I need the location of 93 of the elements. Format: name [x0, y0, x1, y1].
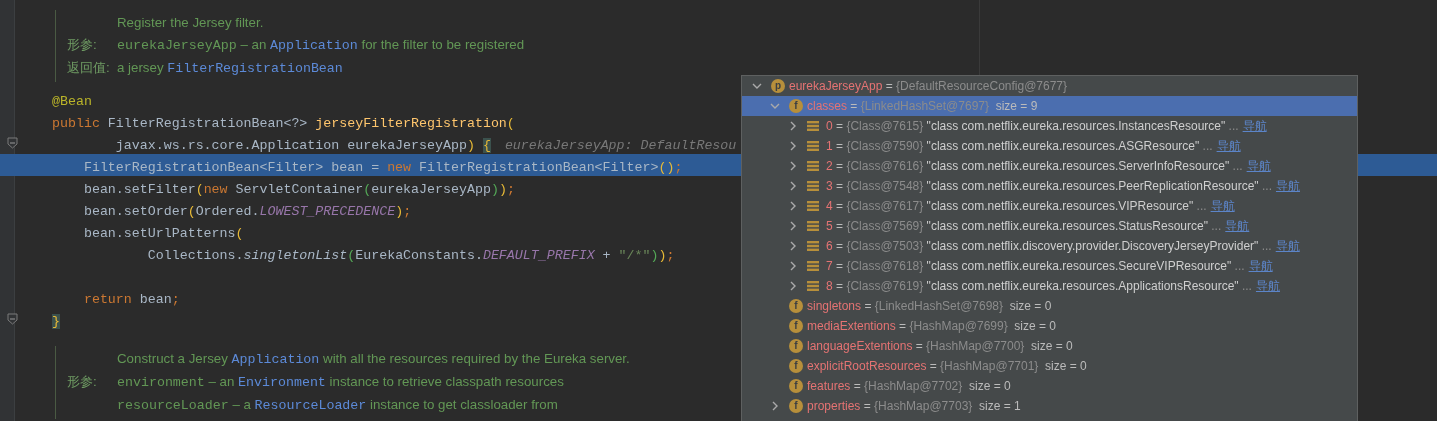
list-element-icon [807, 200, 819, 212]
variable-label: properties = {HashMap@7703} size = 1 [807, 398, 1021, 415]
doc-comment-text: a jersey FilterRegistrationBean [117, 59, 343, 78]
code-line: Collections.singletonList(EurekaConstants.DEFAULT_PREFIX + "/*")); [146, 247, 675, 265]
list-element-icon [807, 240, 819, 252]
code-line: javax.ws.rs.core.Application eurekaJerseyApp) { [114, 137, 491, 155]
navigate-link[interactable]: 导航 [1246, 157, 1271, 175]
field-icon: f [789, 339, 803, 353]
code-line: @Bean [52, 93, 92, 111]
list-element-icon [807, 160, 819, 172]
tree-row[interactable]: f properties = {HashMap@7703} size = 1 [742, 396, 1357, 416]
navigate-link[interactable]: 导航 [1216, 137, 1241, 155]
parameter-icon: p [771, 79, 785, 93]
tree-row[interactable]: 1 = {Class@7590} "class com.netflix.eureka.resources.ASGResource" ... 导航 [742, 136, 1357, 156]
variable-label: 1 = {Class@7590} "class com.netflix.eureka.resources.ASGResource" ... [826, 138, 1213, 155]
variable-label: mediaExtentions = {HashMap@7699} size = 0 [807, 318, 1056, 335]
doc-comment-text: eurekaJerseyApp – an Application for the filter to be registered [117, 36, 525, 55]
list-element-icon [807, 280, 819, 292]
field-icon: f [789, 399, 803, 413]
field-icon: f [789, 379, 803, 393]
tree-row[interactable]: p eurekaJerseyApp = {DefaultResourceConfig@7677} [742, 76, 1357, 96]
expand-icon[interactable] [788, 241, 798, 251]
navigate-link[interactable]: 导航 [1210, 197, 1235, 215]
code-line: bean.setOrder(Ordered.LOWEST_PRECEDENCE); [82, 203, 412, 221]
tree-row[interactable]: 7 = {Class@7618} "class com.netflix.eureka.resources.SecureVIPResource" ... 导航 [742, 256, 1357, 276]
doc-label: 返回值: [67, 59, 111, 77]
variable-label: explicitRootResources = {HashMap@7701} size = 0 [807, 358, 1087, 375]
variable-label: classes = {LinkedHashSet@7697} size = 9 [807, 98, 1038, 115]
variable-label: 3 = {Class@7548} "class com.netflix.eureka.resources.PeerReplicationResource" ... [826, 178, 1272, 195]
list-element-icon [807, 140, 819, 152]
list-element-icon [807, 180, 819, 192]
navigate-link[interactable]: 导航 [1242, 117, 1267, 135]
tree-row[interactable]: f features = {HashMap@7702} size = 0 [742, 376, 1357, 396]
expand-icon[interactable] [788, 201, 798, 211]
variable-label: languageExtentions = {HashMap@7700} size = 0 [807, 338, 1073, 355]
tree-row[interactable]: 0 = {Class@7615} "class com.netflix.eureka.resources.InstancesResource" ... 导航 [742, 116, 1357, 136]
variable-label: features = {HashMap@7702} size = 0 [807, 378, 1011, 395]
field-icon: f [789, 359, 803, 373]
doc-label: 形参: [67, 36, 98, 54]
code-line: bean.setFilter(new ServletContainer(eurekaJerseyApp)); [82, 181, 515, 199]
variable-label: eurekaJerseyApp = {DefaultResourceConfig@7677} [789, 78, 1068, 95]
list-element-icon [807, 120, 819, 132]
field-icon: f [789, 299, 803, 313]
navigate-link[interactable]: 导航 [1275, 237, 1300, 255]
collapse-icon[interactable] [770, 101, 780, 111]
expand-icon[interactable] [788, 261, 798, 271]
doc-comment-text: resourceLoader – a ResourceLoader instance to get classloader from [117, 396, 558, 415]
expand-icon[interactable] [788, 221, 798, 231]
tree-row[interactable]: f explicitRootResources = {HashMap@7701} size = 0 [742, 356, 1357, 376]
variable-label: 6 = {Class@7503} "class com.netflix.discovery.provider.DiscoveryJerseyProvider" ... [826, 238, 1272, 255]
tree-row[interactable]: 5 = {Class@7569} "class com.netflix.eureka.resources.StatusResource" ... 导航 [742, 216, 1357, 236]
code-line: FilterRegistrationBean<Filter> bean = new FilterRegistrationBean<Filter>(); [82, 159, 683, 177]
expand-icon[interactable] [788, 161, 798, 171]
variable-label: 4 = {Class@7617} "class com.netflix.eureka.resources.VIPResource" ... [826, 198, 1207, 215]
doc-label: 形参: [67, 373, 98, 391]
navigate-link[interactable]: 导航 [1275, 177, 1300, 195]
variable-label: 5 = {Class@7569} "class com.netflix.eureka.resources.StatusResource" ... [826, 218, 1222, 235]
variable-label: singletons = {LinkedHashSet@7698} size = 0 [807, 298, 1052, 315]
expand-icon[interactable] [770, 401, 780, 411]
tree-row[interactable]: 8 = {Class@7619} "class com.netflix.eureka.resources.ApplicationsResource" ... 导航 [742, 276, 1357, 296]
tree-row[interactable]: 6 = {Class@7503} "class com.netflix.discovery.provider.DiscoveryJerseyProvider" ... 导航 [742, 236, 1357, 256]
tree-row[interactable]: f singletons = {LinkedHashSet@7698} size = 0 [742, 296, 1357, 316]
code-line: bean.setUrlPatterns( [82, 225, 244, 243]
expand-icon[interactable] [788, 181, 798, 191]
expand-icon[interactable] [788, 121, 798, 131]
variable-label: 0 = {Class@7615} "class com.netflix.eureka.resources.InstancesResource" ... [826, 118, 1239, 135]
tree-row[interactable]: f mediaExtentions = {HashMap@7699} size = 0 [742, 316, 1357, 336]
expand-icon[interactable] [788, 281, 798, 291]
variable-label: 2 = {Class@7616} "class com.netflix.eureka.resources.ServerInfoResource" ... [826, 158, 1243, 175]
variable-label: 8 = {Class@7619} "class com.netflix.eureka.resources.ApplicationsResource" ... [826, 278, 1252, 295]
navigate-link[interactable]: 导航 [1255, 277, 1280, 295]
fold-icon[interactable] [7, 313, 18, 325]
list-element-icon [807, 220, 819, 232]
doc-comment-text: Construct a Jersey Application with all the resources required by the Eureka server. [117, 350, 630, 369]
doc-comment-text: environment – an Environment instance to retrieve classpath resources [117, 373, 564, 392]
code-line: return bean; [82, 291, 180, 309]
tree-row[interactable]: 3 = {Class@7548} "class com.netflix.eureka.resources.PeerReplicationResource" ... 导航 [742, 176, 1357, 196]
field-icon: f [789, 99, 803, 113]
tree-row[interactable]: 4 = {Class@7617} "class com.netflix.eureka.resources.VIPResource" ... 导航 [742, 196, 1357, 216]
list-element-icon [807, 260, 819, 272]
inlay-hint: eurekaJerseyApp: DefaultResou [504, 137, 737, 155]
collapse-icon[interactable] [752, 81, 762, 91]
expand-icon[interactable] [788, 141, 798, 151]
code-line: public FilterRegistrationBean<?> jerseyFilterRegistration( [52, 115, 515, 133]
navigate-link[interactable]: 导航 [1225, 217, 1250, 235]
tree-row[interactable]: f classes = {LinkedHashSet@7697} size = 9 [742, 96, 1357, 116]
fold-icon[interactable] [7, 137, 18, 149]
navigate-link[interactable]: 导航 [1248, 257, 1273, 275]
tree-row[interactable]: f languageExtentions = {HashMap@7700} size = 0 [742, 336, 1357, 356]
tree-row[interactable]: 2 = {Class@7616} "class com.netflix.eureka.resources.ServerInfoResource" ... 导航 [742, 156, 1357, 176]
field-icon: f [789, 319, 803, 333]
variable-label: 7 = {Class@7618} "class com.netflix.eureka.resources.SecureVIPResource" ... [826, 258, 1245, 275]
doc-comment-text: Register the Jersey filter. [117, 14, 264, 32]
